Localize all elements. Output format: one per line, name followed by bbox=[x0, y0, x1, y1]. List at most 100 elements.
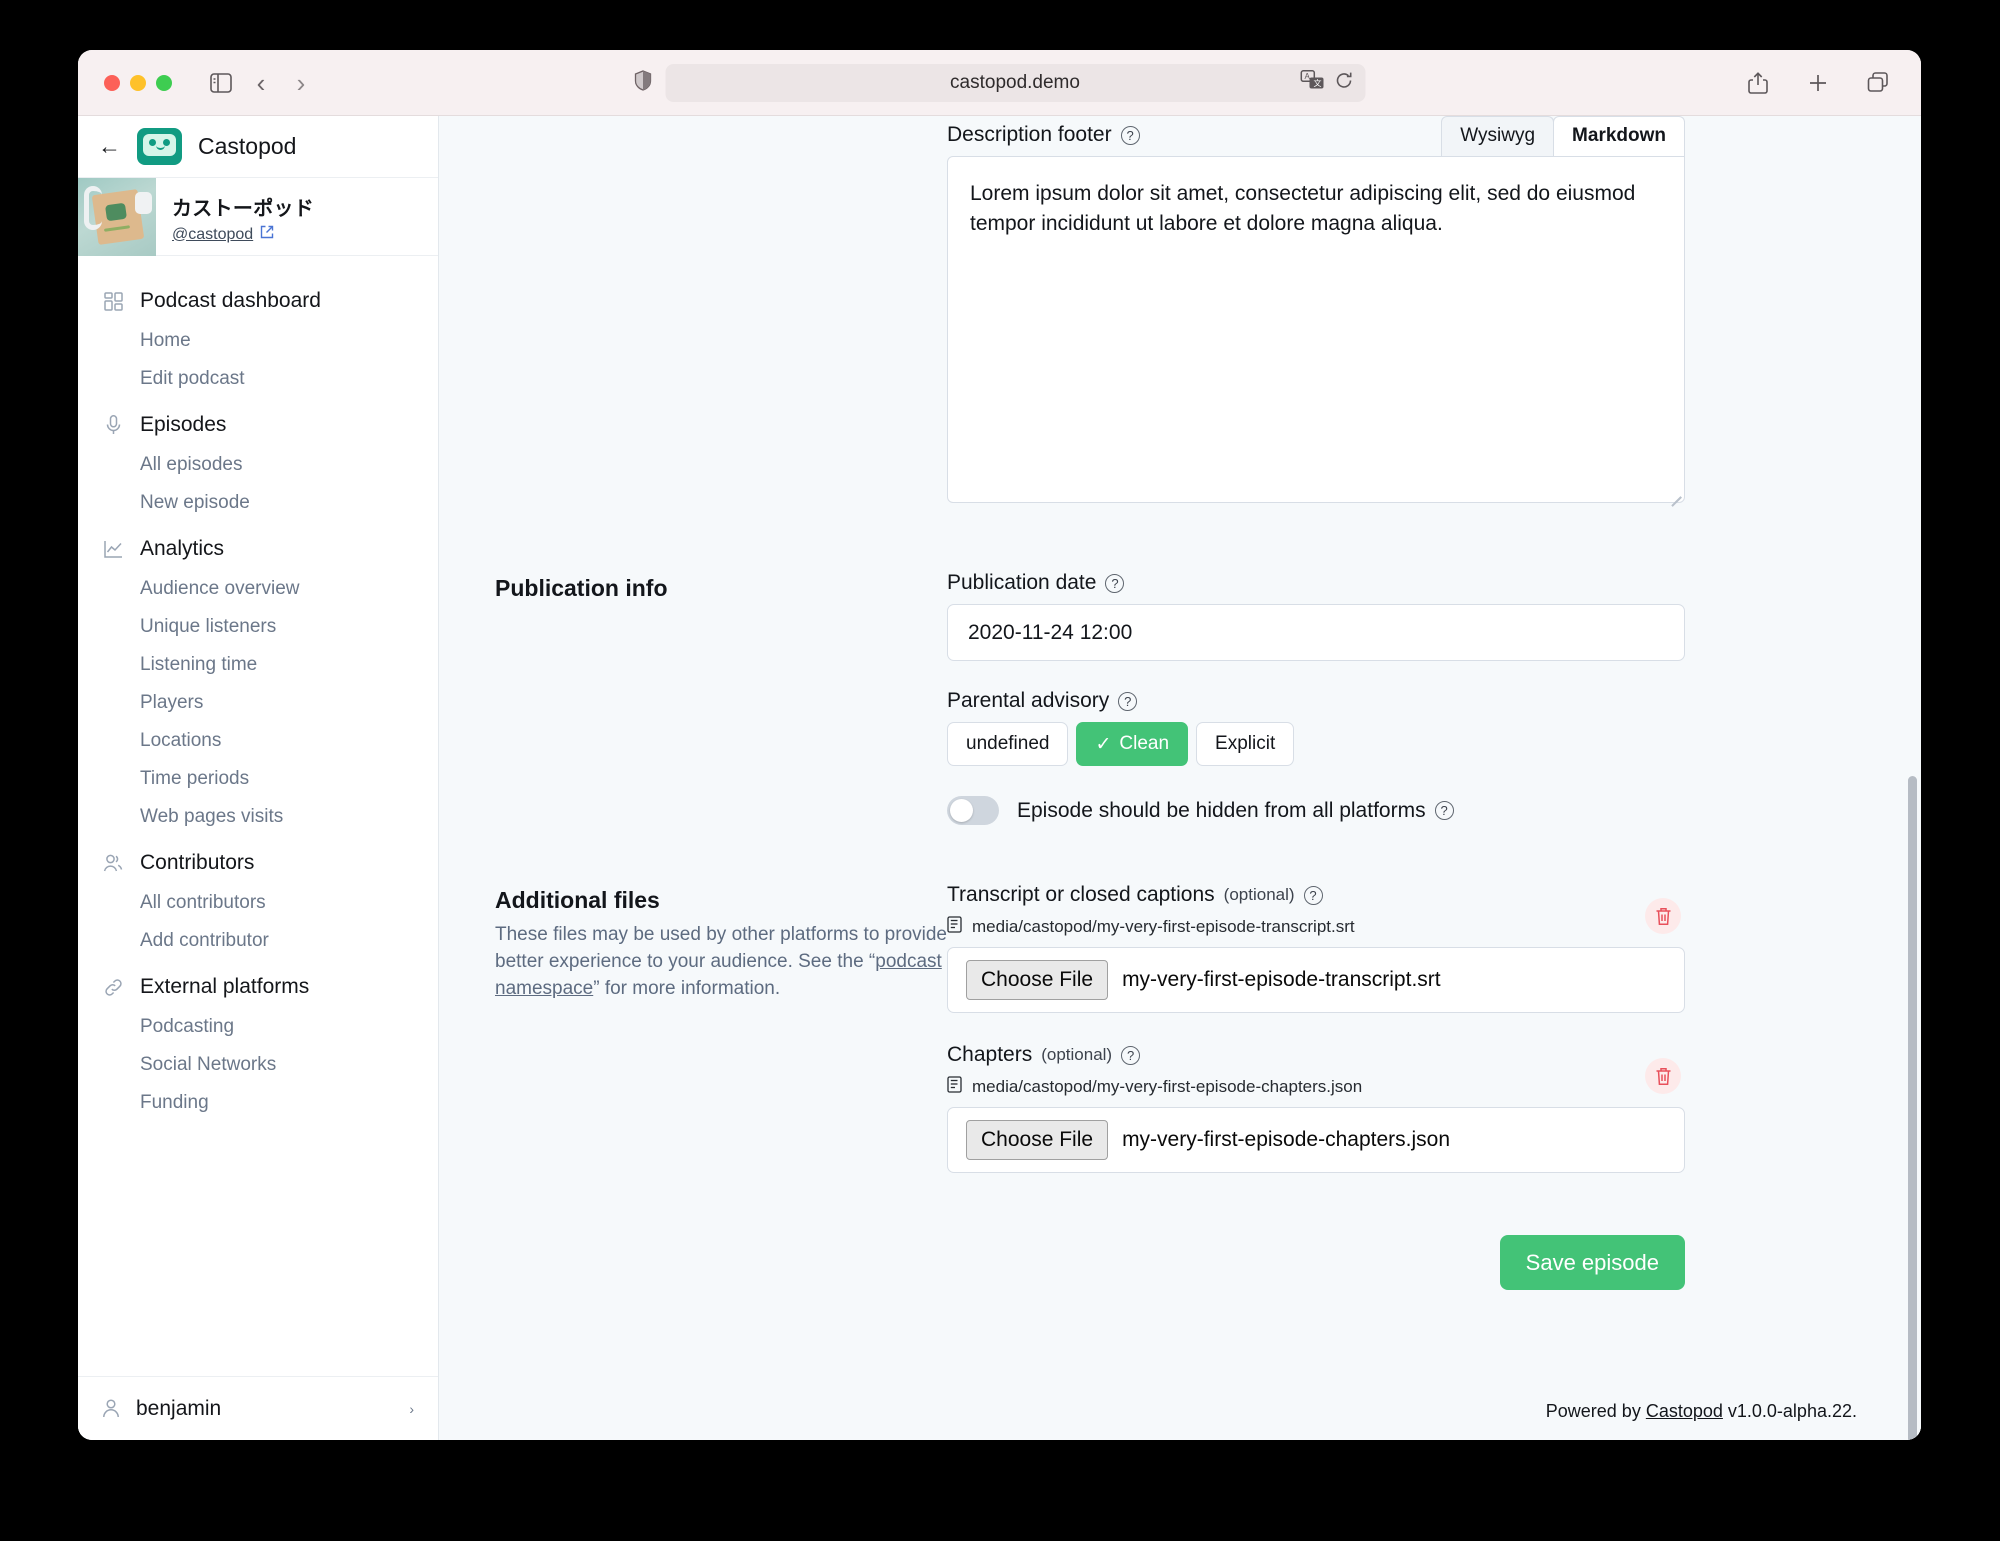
podcast-summary[interactable]: カストーポッド @castopod bbox=[78, 178, 438, 256]
chapters-file-input[interactable]: Choose File my-very-first-episode-chapte… bbox=[947, 1107, 1685, 1173]
nav-group-contributors: Contributors All contributors Add contri… bbox=[78, 842, 438, 960]
advisory-option-explicit[interactable]: Explicit bbox=[1196, 722, 1295, 766]
app-body: ← Castopod カストーポッド @castopod Podcast das… bbox=[78, 116, 1921, 1440]
sidebar-item-locations[interactable]: Locations bbox=[78, 722, 438, 760]
help-icon[interactable]: ? bbox=[1120, 125, 1140, 145]
description-footer-textarea[interactable]: Lorem ipsum dolor sit amet, consectetur … bbox=[947, 156, 1685, 506]
hidden-from-platforms-row: Episode should be hidden from all platfo… bbox=[947, 796, 1685, 825]
publication-info-title: Publication info bbox=[495, 575, 668, 601]
tab-markdown[interactable]: Markdown bbox=[1553, 116, 1685, 156]
back-arrow-icon[interactable]: ← bbox=[98, 135, 121, 158]
sidebar-item-podcast-dashboard[interactable]: Podcast dashboard bbox=[78, 280, 438, 322]
microphone-icon bbox=[102, 415, 124, 435]
advisory-option-undefined[interactable]: undefined bbox=[947, 722, 1069, 766]
nav-group-podcast-dashboard: Podcast dashboard Home Edit podcast bbox=[78, 280, 438, 398]
sidebar-item-episodes[interactable]: Episodes bbox=[78, 404, 438, 446]
reload-icon[interactable] bbox=[1334, 71, 1353, 95]
sidebar-item-all-contributors[interactable]: All contributors bbox=[78, 884, 438, 922]
sidebar-item-edit-podcast[interactable]: Edit podcast bbox=[78, 360, 438, 398]
nav-group-episodes: Episodes All episodes New episode bbox=[78, 404, 438, 522]
hidden-from-platforms-toggle[interactable] bbox=[947, 796, 999, 825]
share-icon[interactable] bbox=[1741, 66, 1775, 100]
translate-icon[interactable]: A 文 bbox=[1300, 70, 1324, 95]
user-name: benjamin bbox=[136, 1396, 222, 1420]
sidebar-toggle-icon[interactable] bbox=[204, 66, 238, 100]
chevron-right-icon: › bbox=[409, 1400, 414, 1417]
sidebar-item-all-episodes[interactable]: All episodes bbox=[78, 446, 438, 484]
resize-handle[interactable] bbox=[1667, 485, 1682, 506]
nav-group-external-platforms: External platforms Podcasting Social Net… bbox=[78, 966, 438, 1122]
help-icon[interactable]: ? bbox=[1105, 573, 1125, 593]
main-scrollbar[interactable] bbox=[1908, 776, 1917, 1440]
help-icon[interactable]: ? bbox=[1434, 801, 1454, 820]
sidebar-item-analytics[interactable]: Analytics bbox=[78, 528, 438, 570]
sidebar-item-web-pages-visits[interactable]: Web pages visits bbox=[78, 798, 438, 836]
castopod-link[interactable]: Castopod bbox=[1646, 1401, 1723, 1421]
sidebar-item-home[interactable]: Home bbox=[78, 322, 438, 360]
description-footer-label: Description footer ? bbox=[947, 123, 1140, 147]
sidebar-header: ← Castopod bbox=[78, 116, 438, 178]
podcast-handle-text: @castopod bbox=[172, 225, 254, 243]
people-icon bbox=[102, 854, 124, 873]
plus-icon[interactable] bbox=[1801, 66, 1835, 100]
parental-advisory-options: undefined ✓ Clean Explicit bbox=[947, 722, 1685, 766]
sidebar-item-unique-listeners[interactable]: Unique listeners bbox=[78, 608, 438, 646]
description-footer-value: Lorem ipsum dolor sit amet, consectetur … bbox=[970, 182, 1636, 235]
sidebar-item-contributors[interactable]: Contributors bbox=[78, 842, 438, 884]
sidebar-item-audience-overview[interactable]: Audience overview bbox=[78, 570, 438, 608]
transcript-file-input[interactable]: Choose File my-very-first-episode-transc… bbox=[947, 947, 1685, 1013]
advisory-option-clean[interactable]: ✓ Clean bbox=[1076, 722, 1189, 766]
sidebar-item-players[interactable]: Players bbox=[78, 684, 438, 722]
browser-window: ‹ › castopod.demo A 文 ← Castopod カストーポッド… bbox=[78, 50, 1921, 1440]
sidebar-item-funding[interactable]: Funding bbox=[78, 1084, 438, 1122]
podcast-handle-link[interactable]: @castopod bbox=[172, 225, 274, 244]
help-icon[interactable]: ? bbox=[1121, 1045, 1141, 1065]
choose-file-button[interactable]: Choose File bbox=[966, 960, 1109, 1000]
sidebar-nav: Podcast dashboard Home Edit podcast Epis… bbox=[78, 256, 438, 1376]
address-bar[interactable]: castopod.demo A 文 bbox=[665, 63, 1365, 102]
sidebar-item-podcasting[interactable]: Podcasting bbox=[78, 1008, 438, 1046]
brand-name: Castopod bbox=[198, 133, 297, 159]
window-controls bbox=[104, 74, 172, 91]
chapters-file-row: Choose File my-very-first-episode-chapte… bbox=[947, 1058, 1685, 1173]
sidebar-item-social-networks[interactable]: Social Networks bbox=[78, 1046, 438, 1084]
help-icon[interactable]: ? bbox=[1303, 885, 1323, 905]
sidebar-item-external-platforms[interactable]: External platforms bbox=[78, 966, 438, 1008]
powered-by-footer: Powered by Castopod v1.0.0-alpha.22. bbox=[1545, 1401, 1857, 1421]
forward-chevron-icon[interactable]: › bbox=[284, 66, 318, 100]
choose-file-button[interactable]: Choose File bbox=[966, 1120, 1109, 1160]
link-chain-icon bbox=[102, 978, 124, 997]
user-avatar-icon bbox=[102, 1399, 120, 1418]
podcast-cover-image bbox=[78, 178, 156, 256]
line-chart-icon bbox=[102, 540, 124, 558]
publication-info-section: Publication info Publication date ? 2020… bbox=[495, 571, 1857, 825]
sidebar: ← Castopod カストーポッド @castopod Podcast das… bbox=[78, 116, 439, 1440]
chapters-path-text: media/castopod/my-very-first-episode-cha… bbox=[972, 1077, 1363, 1096]
delete-transcript-button[interactable] bbox=[1645, 898, 1681, 934]
save-episode-button[interactable]: Save episode bbox=[1499, 1235, 1685, 1290]
sidebar-item-listening-time[interactable]: Listening time bbox=[78, 646, 438, 684]
tabs-overview-icon[interactable] bbox=[1861, 66, 1895, 100]
external-link-icon bbox=[260, 225, 274, 244]
publication-date-input[interactable]: 2020-11-24 12:00 bbox=[947, 604, 1685, 661]
advisory-option-label: Clean bbox=[1119, 733, 1170, 754]
sidebar-item-label: Contributors bbox=[140, 851, 255, 874]
delete-chapters-button[interactable] bbox=[1645, 1058, 1681, 1094]
sidebar-item-time-periods[interactable]: Time periods bbox=[78, 760, 438, 798]
help-icon[interactable]: ? bbox=[1118, 691, 1138, 711]
sidebar-item-new-episode[interactable]: New episode bbox=[78, 484, 438, 522]
transcript-label: Transcript or closed captions (optional)… bbox=[947, 883, 1685, 907]
editor-mode-tabs: Wysiwyg Markdown bbox=[1441, 116, 1685, 156]
close-window-button[interactable] bbox=[104, 74, 120, 91]
publication-date-label: Publication date ? bbox=[947, 571, 1685, 595]
tab-wysiwyg[interactable]: Wysiwyg bbox=[1441, 116, 1555, 156]
description-footer-section: Description footer ? Wysiwyg Markdown Lo… bbox=[495, 116, 1857, 506]
sidebar-item-add-contributor[interactable]: Add contributor bbox=[78, 922, 438, 960]
maximize-window-button[interactable] bbox=[156, 74, 172, 91]
main-content: Description footer ? Wysiwyg Markdown Lo… bbox=[439, 116, 1921, 1440]
privacy-shield-icon[interactable] bbox=[634, 69, 651, 96]
sidebar-user-menu[interactable]: benjamin › bbox=[78, 1376, 438, 1440]
back-chevron-icon[interactable]: ‹ bbox=[244, 66, 278, 100]
publication-date-value: 2020-11-24 12:00 bbox=[968, 620, 1133, 644]
minimize-window-button[interactable] bbox=[130, 74, 146, 91]
